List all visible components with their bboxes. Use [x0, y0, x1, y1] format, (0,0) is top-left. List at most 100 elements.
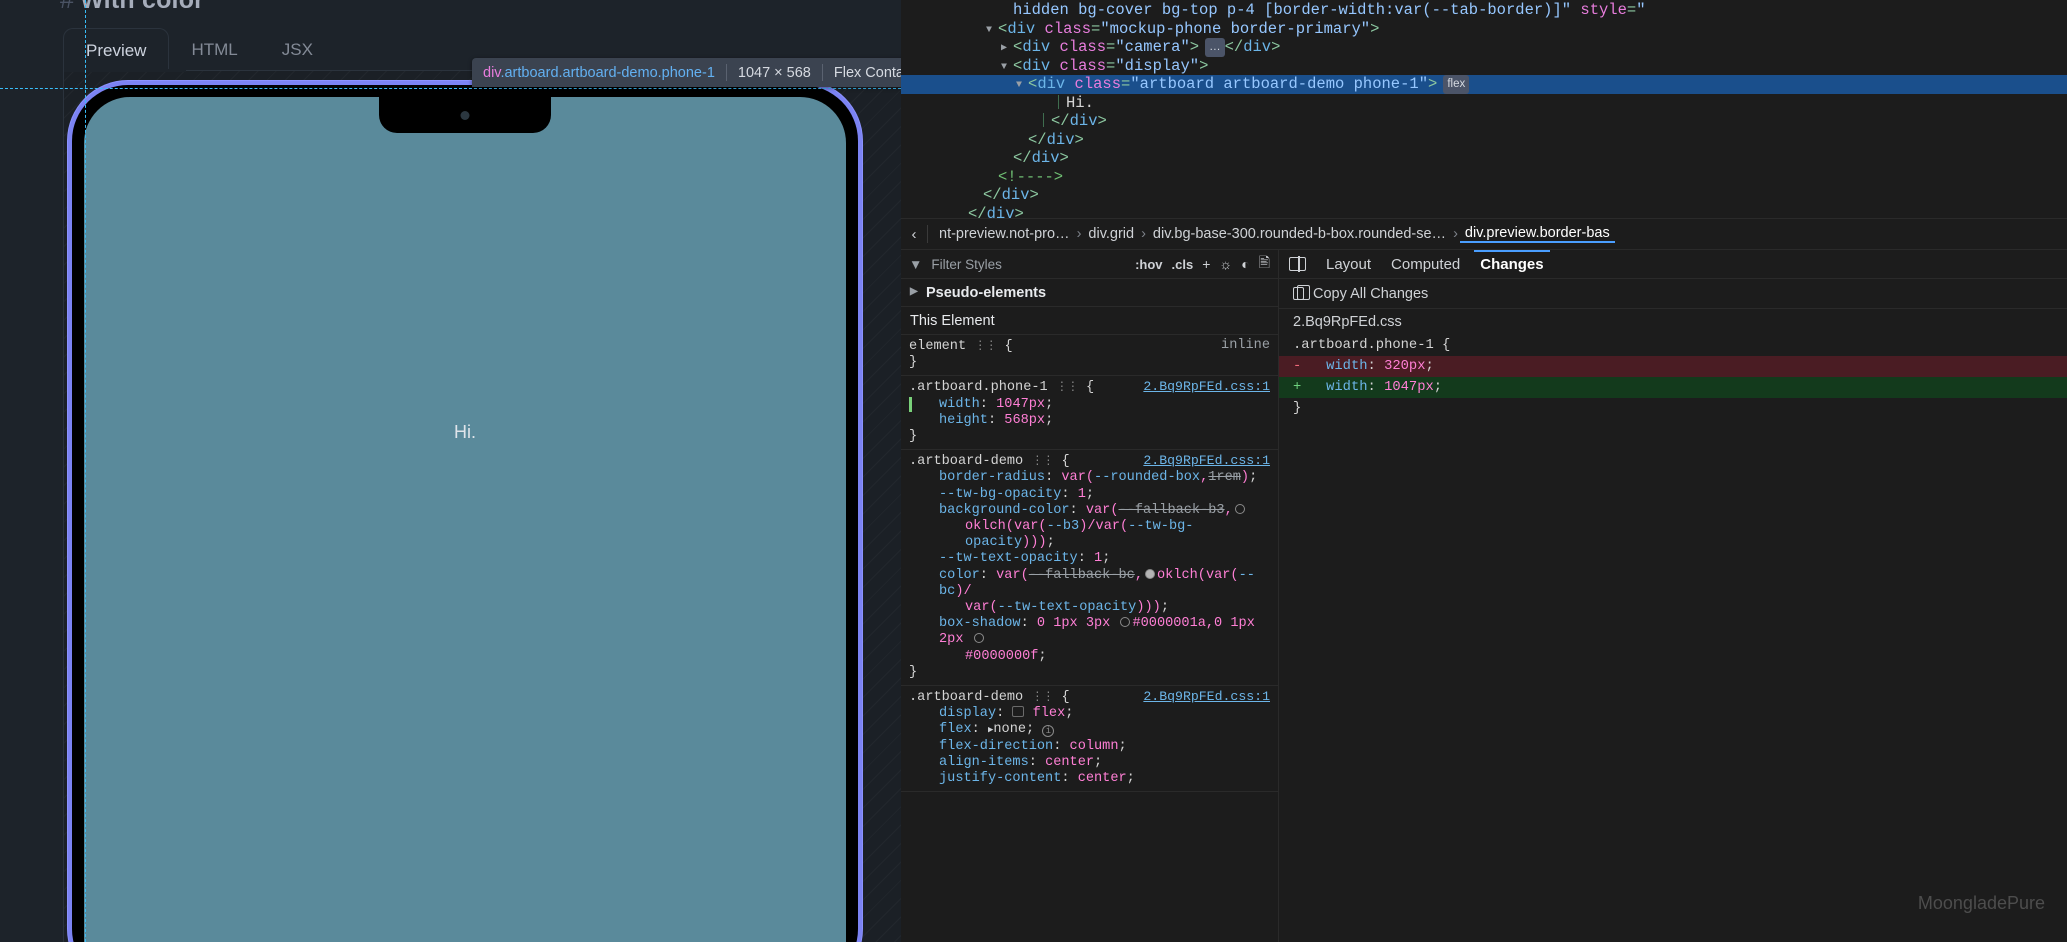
css-selector-artboard-phone1[interactable]: .artboard.phone-1: [909, 380, 1048, 395]
breadcrumb-item-1[interactable]: div.grid: [1083, 226, 1139, 242]
breadcrumb-item-2[interactable]: div.bg-base-300.rounded-b-box.rounded-se…: [1148, 226, 1451, 242]
copy-all-changes-button[interactable]: Copy All Changes: [1279, 279, 2067, 309]
color-swatch-icon[interactable]: [1235, 504, 1245, 514]
breadcrumb-chevron-icon-1: ›: [1139, 226, 1148, 242]
copy-all-changes-label: Copy All Changes: [1313, 286, 1428, 302]
inspector-layout-type: Flex Container: [823, 65, 901, 81]
css-decl-background-color[interactable]: background-color: var(--fallback-b3,: [909, 503, 1278, 519]
dom-node-line[interactable]: </div>: [901, 186, 2067, 205]
inspector-tag-name: div: [483, 65, 500, 81]
dom-node-line[interactable]: <div class="mockup-phone border-primary"…: [901, 20, 2067, 39]
tab-preview[interactable]: Preview: [63, 28, 169, 72]
color-swatch-icon[interactable]: [1120, 617, 1130, 627]
css-value-height[interactable]: 568px: [1004, 413, 1045, 428]
breadcrumb-item-0[interactable]: nt-preview.not-pro…: [934, 226, 1075, 242]
pseudo-elements-section[interactable]: Pseudo-elements: [901, 279, 1278, 307]
css-decl-width[interactable]: width: 1047px;: [909, 397, 1278, 413]
css-value-width[interactable]: 1047px: [996, 397, 1045, 412]
inspector-dimensions: 1047 × 568: [727, 65, 822, 81]
tab-jsx[interactable]: JSX: [260, 28, 335, 72]
inspector-guide-top: [0, 88, 901, 89]
heading-text: With color: [80, 0, 204, 14]
pseudo-elements-label: Pseudo-elements: [926, 285, 1046, 301]
css-selector-artboard-demo-a[interactable]: .artboard-demo: [909, 454, 1023, 469]
css-decl-flex-direction[interactable]: flex-direction: column;: [909, 739, 1278, 755]
css-source-link-2[interactable]: 2.Bq9RpFEd.css:1: [1143, 453, 1270, 469]
changed-file-name[interactable]: 2.Bq9RpFEd.css: [1279, 309, 2067, 335]
color-swatch-icon[interactable]: [974, 633, 984, 643]
tab-computed[interactable]: Computed: [1391, 250, 1460, 279]
this-element-label: This Element: [910, 313, 995, 329]
css-selector-element[interactable]: element: [909, 339, 966, 354]
contrast-icon[interactable]: ◐: [1241, 256, 1249, 272]
dom-node-line[interactable]: <div class="display">: [901, 57, 2067, 76]
css-rule-element[interactable]: element ⋮⋮ { inline }: [901, 335, 1278, 376]
devtools-panel: hidden bg-cover bg-top p-4 [border-width…: [901, 0, 2067, 942]
dom-node-line[interactable]: hidden bg-cover bg-top p-4 [border-width…: [901, 1, 2067, 20]
breadcrumb-chevron-icon-0: ›: [1075, 226, 1084, 242]
css-prop-border-radius: border-radius: [939, 470, 1045, 485]
css-selector-artboard-demo-b[interactable]: .artboard-demo: [909, 690, 1023, 705]
artboard-text: Hi.: [84, 422, 846, 443]
css-rule-2-close: }: [909, 665, 1278, 681]
dom-node-line[interactable]: <div class="artboard artboard-demo phone…: [901, 75, 2067, 94]
dom-node-line[interactable]: </div>: [901, 112, 2067, 131]
css-prop-display: display: [939, 706, 996, 721]
inspector-class-list: .artboard.artboard-demo.phone-1: [500, 65, 714, 81]
tab-html[interactable]: HTML: [169, 28, 259, 72]
diff-selector-open: .artboard.phone-1 {: [1279, 335, 2067, 356]
flex-badge-icon[interactable]: [1012, 706, 1024, 717]
style-properties-icon: ⋮⋮: [1031, 690, 1053, 704]
light-mode-icon[interactable]: ☼: [1219, 256, 1232, 272]
dom-node-line[interactable]: </div>: [901, 205, 2067, 219]
dom-tree[interactable]: hidden bg-cover bg-top p-4 [border-width…: [901, 0, 2067, 218]
css-value-flex-direction[interactable]: column: [1070, 739, 1119, 754]
heading-hash-icon: #: [60, 0, 74, 14]
css-decl-align-items[interactable]: align-items: center;: [909, 755, 1278, 771]
css-value-align-items[interactable]: center: [1045, 755, 1094, 770]
diff-selector-close: }: [1279, 398, 2067, 419]
css-decl-justify-content[interactable]: justify-content: center;: [909, 771, 1278, 787]
dom-breadcrumb[interactable]: ‹ nt-preview.not-pro… › div.grid › div.b…: [901, 218, 2067, 250]
dom-node-line[interactable]: Hi.: [901, 94, 2067, 113]
css-source-link-1[interactable]: 2.Bq9RpFEd.css:1: [1143, 379, 1270, 395]
color-swatch-icon[interactable]: [1145, 569, 1155, 579]
breadcrumb-item-3[interactable]: div.preview.border-bas: [1460, 225, 1615, 243]
css-value-background-color[interactable]: var(--fallback-b3,: [1086, 503, 1247, 518]
css-value-tw-bg-opacity[interactable]: 1: [1078, 487, 1086, 502]
css-decl-border-radius[interactable]: border-radius: var(--rounded-box,1rem);: [909, 470, 1278, 486]
css-rule-artboard-demo-b[interactable]: .artboard-demo ⋮⋮ { 2.Bq9RpFEd.css:1 dis…: [901, 686, 1278, 792]
css-decl-color[interactable]: color: var(--fallback-bc,oklch(var(--bc)…: [909, 568, 1278, 600]
tab-layout[interactable]: Layout: [1326, 250, 1371, 279]
css-value-display[interactable]: flex: [1033, 706, 1066, 721]
css-value-border-radius[interactable]: var(--rounded-box,1rem): [1061, 470, 1249, 485]
tab-seam-mask: [64, 69, 186, 72]
cls-toggle[interactable]: .cls: [1172, 257, 1194, 272]
dom-node-line[interactable]: <!---->: [901, 168, 2067, 187]
dom-node-line[interactable]: </div>: [901, 149, 2067, 168]
css-value-tw-text-opacity[interactable]: 1: [1094, 551, 1102, 566]
filter-styles-input[interactable]: Filter Styles: [931, 257, 1126, 272]
css-source-link-3[interactable]: 2.Bq9RpFEd.css:1: [1143, 689, 1270, 705]
dom-node-line[interactable]: <div class="camera">…</div>: [901, 38, 2067, 57]
css-decl-tw-text-opacity[interactable]: --tw-text-opacity: 1;: [909, 551, 1278, 567]
css-decl-tw-bg-opacity[interactable]: --tw-bg-opacity: 1;: [909, 487, 1278, 503]
phone-mockup[interactable]: Hi.: [72, 85, 858, 942]
hov-toggle[interactable]: :hov: [1135, 257, 1162, 272]
css-decl-flex[interactable]: flex: ▶none; i: [909, 722, 1278, 738]
css-value-justify-content[interactable]: center: [1078, 771, 1127, 786]
info-icon[interactable]: i: [1042, 725, 1054, 737]
css-decl-display[interactable]: display: flex;: [909, 706, 1278, 722]
css-rule-artboard-demo-a[interactable]: .artboard-demo ⋮⋮ { 2.Bq9RpFEd.css:1 bor…: [901, 450, 1278, 686]
breadcrumb-back-icon[interactable]: ‹: [901, 226, 927, 243]
css-rule-artboard-phone1[interactable]: .artboard.phone-1 ⋮⋮ { 2.Bq9RpFEd.css:1 …: [901, 376, 1278, 450]
tab-changes[interactable]: Changes: [1480, 250, 1543, 279]
dom-node-line[interactable]: </div>: [901, 131, 2067, 150]
toggle-sidebar-icon[interactable]: [1289, 257, 1306, 271]
new-style-rule-button[interactable]: +: [1202, 256, 1210, 272]
css-decl-box-shadow[interactable]: box-shadow: 0 1px 3px #0000001a,0 1px 2p…: [909, 616, 1278, 648]
css-decl-height[interactable]: height: 568px;: [909, 413, 1278, 429]
css-value-flex[interactable]: none: [993, 722, 1026, 737]
print-media-icon[interactable]: 🖹: [1259, 252, 1270, 276]
css-value-color[interactable]: var(--fallback-bc,oklch(var(--bc)/: [939, 568, 1255, 599]
